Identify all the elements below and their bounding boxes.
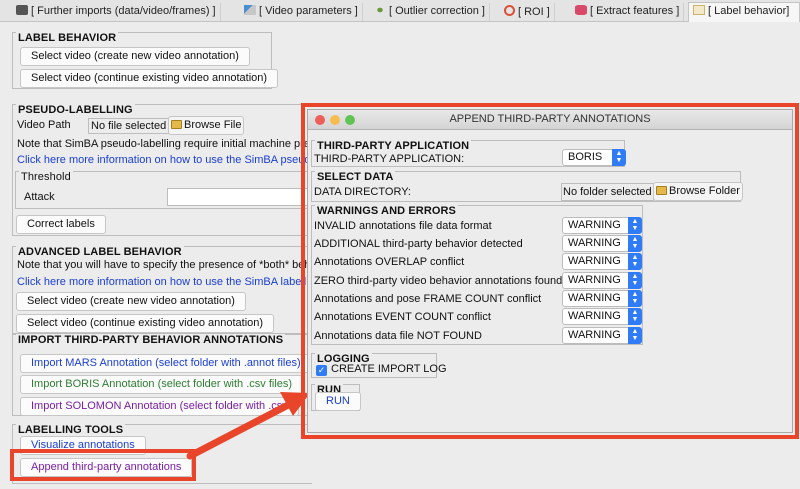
browse-folder-button[interactable]: Browse Folder	[653, 182, 743, 201]
warning-row-label: Annotations data file NOT FOUND	[314, 330, 482, 342]
warning-dropdown[interactable]: WARNING ▲ ▼	[562, 253, 642, 270]
warning-dropdown[interactable]: WARNING ▲ ▼	[562, 290, 642, 307]
warning-dropdown-value: WARNING	[568, 237, 621, 249]
warning-dropdown-value: WARNING	[568, 310, 621, 322]
third-party-app-section-title: THIRD-PARTY APPLICATION	[315, 140, 472, 152]
browse-folder-label: Browse Folder	[669, 185, 740, 197]
data-directory-field[interactable]: No folder selected	[561, 183, 654, 201]
warning-dropdown[interactable]: WARNING ▲ ▼	[562, 327, 642, 344]
dropdown-arrows-icon: ▲ ▼	[628, 217, 642, 234]
dropdown-arrows-icon: ▲ ▼	[628, 272, 642, 289]
warnings-errors-frame: WARNINGS AND ERRORS INVALID annotations …	[311, 205, 643, 345]
run-button[interactable]: RUN	[315, 392, 361, 411]
warnings-errors-section-title: WARNINGS AND ERRORS	[315, 205, 458, 217]
checkmark-icon: ✓	[316, 365, 327, 376]
create-import-log-checkbox[interactable]: ✓ CREATE IMPORT LOG	[316, 363, 447, 376]
logging-frame: LOGGING ✓ CREATE IMPORT LOG	[311, 353, 447, 378]
warning-row-label: Annotations EVENT COUNT conflict	[314, 311, 491, 323]
warning-dropdown[interactable]: WARNING ▲ ▼	[562, 308, 642, 325]
append-annotations-dialog: APPEND THIRD-PARTY ANNOTATIONS THIRD-PAR…	[307, 109, 793, 433]
select-data-section-title: SELECT DATA	[315, 171, 396, 183]
select-data-frame: SELECT DATA DATA DIRECTORY: No folder se…	[311, 171, 743, 202]
warning-dropdown-value: WARNING	[568, 329, 621, 341]
warning-dropdown[interactable]: WARNING ▲ ▼	[562, 217, 642, 234]
dropdown-arrows-icon: ▲ ▼	[628, 290, 642, 307]
warning-dropdown-value: WARNING	[568, 292, 621, 304]
warning-dropdown-value: WARNING	[568, 255, 621, 267]
dialog-title: APPEND THIRD-PARTY ANNOTATIONS	[449, 113, 651, 125]
third-party-app-value: BORIS	[568, 151, 603, 163]
third-party-app-frame: THIRD-PARTY APPLICATION THIRD-PARTY APPL…	[311, 140, 626, 167]
third-party-app-dropdown[interactable]: BORIS ▲ ▼	[562, 149, 626, 166]
dialog-titlebar: APPEND THIRD-PARTY ANNOTATIONS	[308, 110, 792, 130]
data-directory-label: DATA DIRECTORY:	[314, 186, 411, 198]
run-frame: RUN RUN	[311, 384, 361, 411]
third-party-app-label: THIRD-PARTY APPLICATION:	[314, 153, 465, 165]
warning-dropdown[interactable]: WARNING ▲ ▼	[562, 272, 642, 289]
warning-row-label: Annotations and pose FRAME COUNT conflic…	[314, 293, 542, 305]
warning-row-label: ZERO third-party video behavior annotati…	[314, 275, 563, 287]
warning-row-label: Annotations OVERLAP conflict	[314, 256, 465, 268]
warning-dropdown-value: WARNING	[568, 219, 621, 231]
dropdown-arrows-icon: ▲ ▼	[628, 235, 642, 252]
warning-row-label: ADDITIONAL third-party behavior detected	[314, 238, 523, 250]
create-import-log-label: CREATE IMPORT LOG	[331, 363, 447, 375]
warning-dropdown[interactable]: WARNING ▲ ▼	[562, 235, 642, 252]
warning-dropdown-value: WARNING	[568, 274, 621, 286]
dropdown-arrows-icon: ▲ ▼	[628, 327, 642, 344]
folder-icon	[656, 186, 667, 195]
warning-row-label: INVALID annotations file data format	[314, 220, 492, 232]
dropdown-arrows-icon: ▲ ▼	[628, 308, 642, 325]
dropdown-arrows-icon: ▲ ▼	[628, 253, 642, 270]
dropdown-arrows-icon: ▲ ▼	[612, 149, 626, 166]
